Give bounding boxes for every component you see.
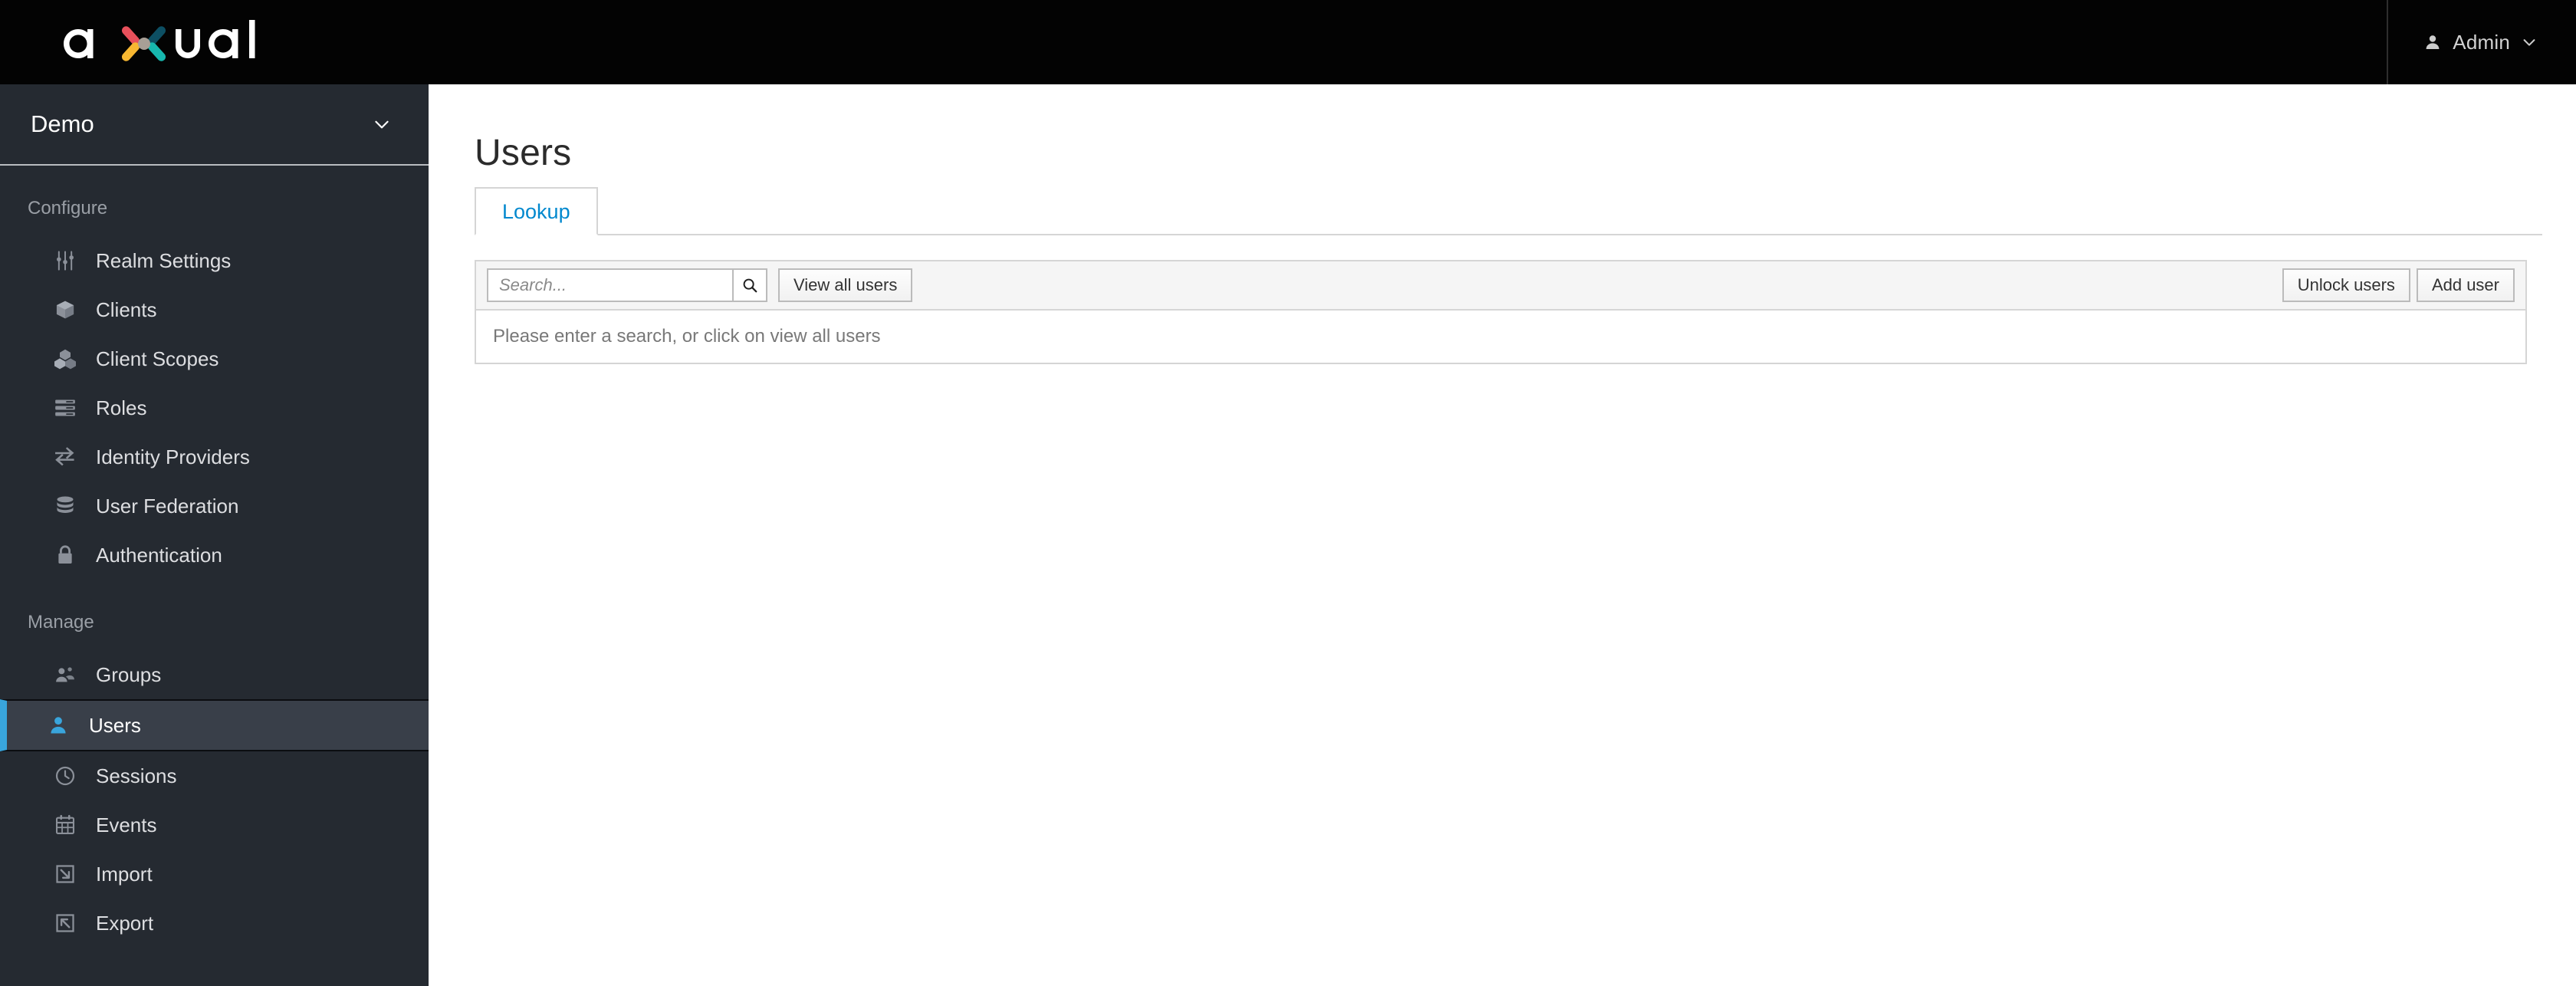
nav-section-configure-label: Configure bbox=[28, 198, 108, 219]
search-group bbox=[487, 268, 767, 302]
masthead-right: Admin bbox=[2387, 0, 2576, 84]
sidebar-item-events[interactable]: Events bbox=[0, 800, 429, 850]
sidebar-item-label: Export bbox=[96, 911, 154, 935]
sidebar-item-label: Import bbox=[96, 862, 153, 886]
search-button[interactable] bbox=[732, 268, 767, 302]
sidebar-item-label: Groups bbox=[96, 662, 162, 686]
list-rows-icon bbox=[55, 399, 75, 416]
sidebar-item-realm-settings[interactable]: Realm Settings bbox=[0, 236, 429, 285]
add-user-button[interactable]: Add user bbox=[2416, 268, 2515, 302]
realm-selector[interactable]: Demo bbox=[0, 84, 429, 166]
sidebar-item-import[interactable]: Import bbox=[0, 850, 429, 899]
sidebar-item-groups[interactable]: Groups bbox=[0, 650, 429, 699]
tab-bar: Lookup bbox=[475, 186, 2542, 235]
view-all-users-button[interactable]: View all users bbox=[778, 268, 913, 302]
sidebar-item-sessions[interactable]: Sessions bbox=[0, 751, 429, 800]
unlock-users-button[interactable]: Unlock users bbox=[2282, 268, 2410, 302]
axual-logo-icon bbox=[64, 20, 255, 61]
realm-name-label: Demo bbox=[31, 110, 94, 137]
toolbar-left-group: View all users bbox=[487, 268, 913, 302]
sidebar-item-users[interactable]: Users bbox=[0, 699, 429, 751]
sidebar-item-label: Client Scopes bbox=[96, 347, 219, 370]
sidebar-item-authentication[interactable]: Authentication bbox=[0, 531, 429, 580]
sidebar-item-clients[interactable]: Clients bbox=[0, 285, 429, 334]
users-toolbar: View all users Unlock users Add user bbox=[475, 260, 2527, 311]
sidebar-item-label: Clients bbox=[96, 297, 157, 321]
cubes-icon bbox=[54, 349, 76, 370]
users-group-icon bbox=[56, 667, 74, 682]
import-arrow-icon bbox=[56, 865, 74, 883]
sliders-icon bbox=[57, 251, 74, 271]
sidebar-item-label: Sessions bbox=[96, 764, 177, 787]
sidebar-item-label: Realm Settings bbox=[96, 248, 232, 272]
nav-list-configure: Realm Settings Clients Client Scopes Rol… bbox=[0, 236, 429, 580]
sidebar-item-label: Events bbox=[96, 813, 157, 836]
sidebar-item-client-scopes[interactable]: Client Scopes bbox=[0, 334, 429, 383]
sidebar-item-user-federation[interactable]: User Federation bbox=[0, 481, 429, 531]
calendar-icon bbox=[55, 814, 75, 835]
export-arrow-icon bbox=[56, 914, 74, 932]
empty-state-message: Please enter a search, or click on view … bbox=[475, 311, 2527, 364]
search-input[interactable] bbox=[487, 268, 732, 302]
exchange-arrows-icon bbox=[55, 447, 74, 466]
nav-list-manage: Groups Users Sessions Events Import Expo… bbox=[0, 650, 429, 948]
sidebar-item-label: Identity Providers bbox=[96, 445, 250, 468]
brand-logo[interactable] bbox=[55, 0, 293, 84]
database-icon bbox=[57, 496, 74, 513]
clock-icon bbox=[55, 766, 75, 786]
chevron-down-icon bbox=[375, 120, 389, 129]
toolbar-right-group: Unlock users Add user bbox=[2282, 268, 2515, 302]
sidebar-item-label: User Federation bbox=[96, 494, 239, 518]
user-icon bbox=[51, 717, 66, 734]
sidebar-item-label: Users bbox=[89, 713, 141, 737]
sidebar-item-label: Authentication bbox=[96, 543, 222, 567]
sidebar-item-export[interactable]: Export bbox=[0, 899, 429, 948]
page-title: Users bbox=[475, 133, 572, 173]
lock-icon bbox=[58, 545, 72, 564]
user-icon bbox=[2426, 35, 2440, 49]
sidebar-item-roles[interactable]: Roles bbox=[0, 383, 429, 432]
sidebar-item-identity-providers[interactable]: Identity Providers bbox=[0, 432, 429, 481]
search-icon bbox=[743, 278, 757, 293]
sidebar-item-label: Roles bbox=[96, 396, 147, 419]
chevron-down-icon bbox=[2523, 39, 2535, 46]
user-name-label: Admin bbox=[2453, 30, 2510, 54]
nav-section-manage-label: Manage bbox=[28, 612, 94, 633]
tab-lookup[interactable]: Lookup bbox=[475, 186, 598, 235]
masthead: Admin bbox=[0, 0, 2576, 84]
cube-icon bbox=[56, 301, 74, 319]
user-menu[interactable]: Admin bbox=[2419, 0, 2542, 84]
main-content: Users Lookup View all users Unlock users… bbox=[429, 84, 2576, 986]
sidebar: Demo Configure Realm Settings Clients Cl… bbox=[0, 84, 429, 986]
